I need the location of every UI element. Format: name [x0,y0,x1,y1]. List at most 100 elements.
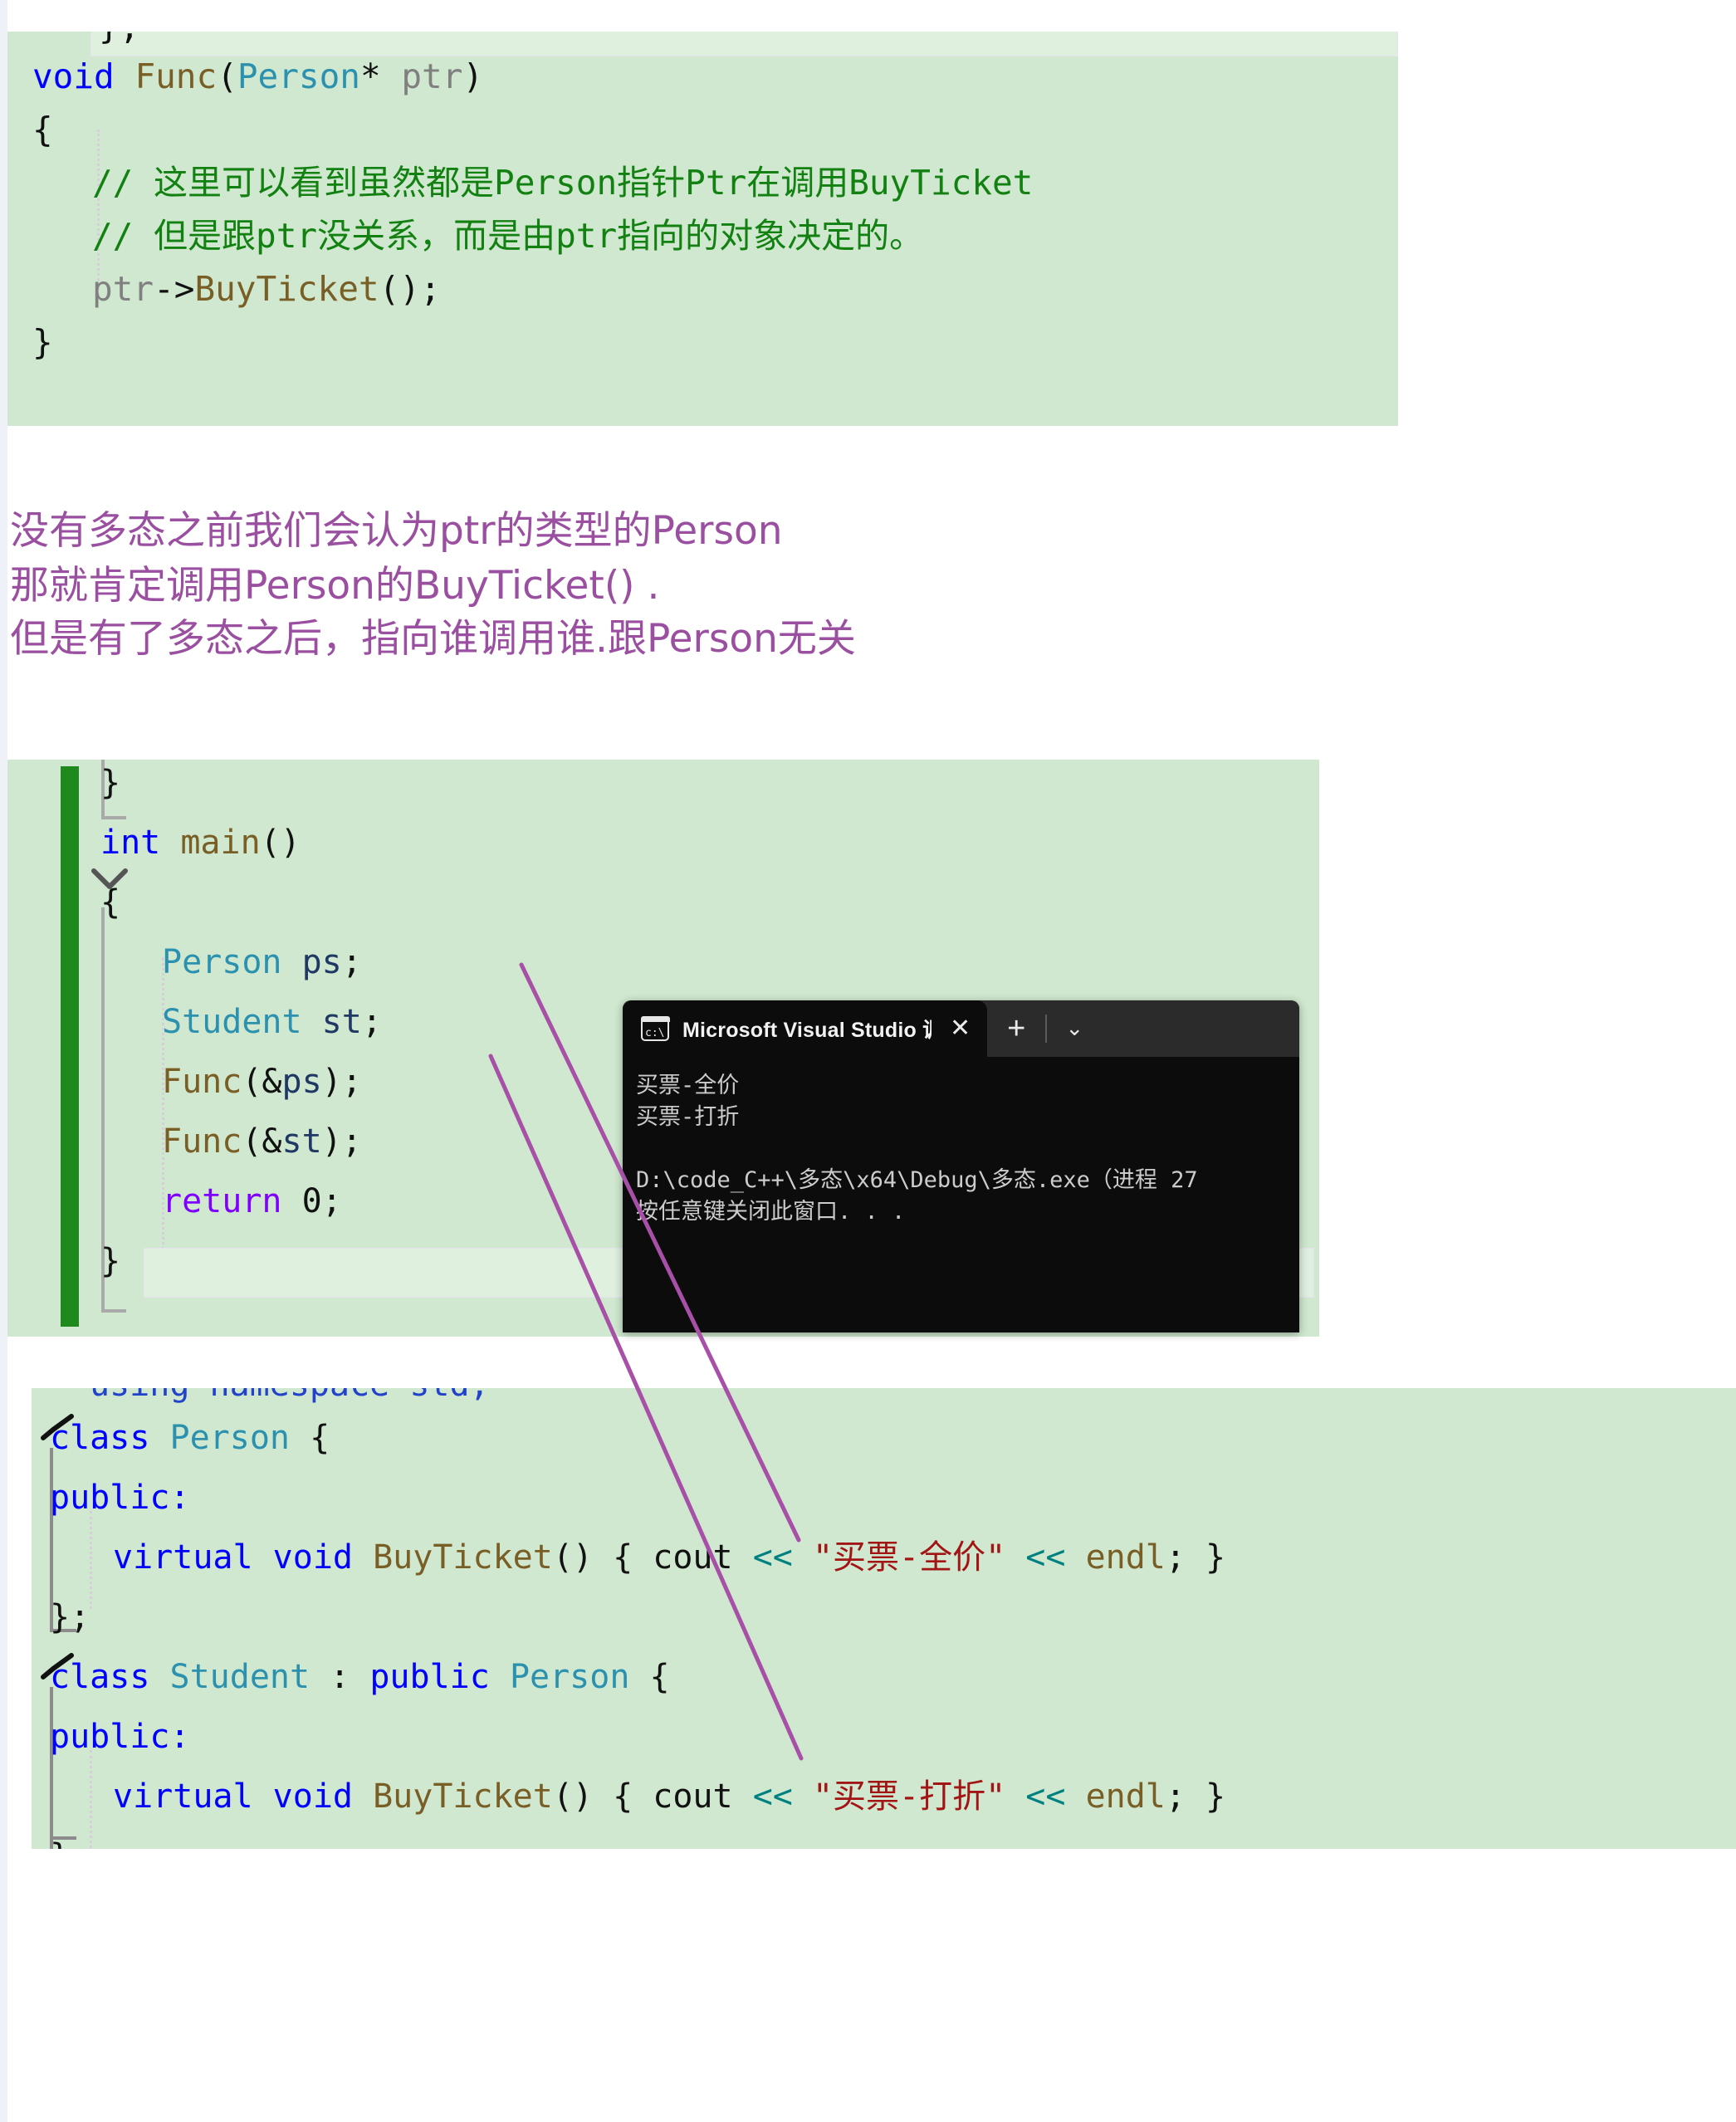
code-line: public: [50,1468,190,1528]
code-token: ptr [92,269,154,309]
console-tab-bar[interactable]: c:\ Microsoft Visual Studio 调试控 ✕ + ⌄ [623,1000,1299,1057]
code-line: }; [50,1587,90,1647]
code-line: // 但是跟ptr没关系，而是由ptr指向的对象决定的。 [92,209,923,262]
code-token: BuyTicket [373,1777,553,1816]
code-token: -> [154,269,195,309]
code-token: Person [509,1658,630,1696]
code-token: : [169,1479,190,1517]
code-token: ; [341,943,362,981]
code-token: ptr [401,56,463,96]
code-token: (& [242,1063,282,1101]
note-line-1: 没有多态之前我们会认为ptr的类型的Person [10,508,783,554]
code-token: ; } [1165,1777,1226,1816]
code-token: Func [162,1122,242,1161]
console-tab-title: Microsoft Visual Studio 调试控 [682,1019,932,1042]
code-block-classes[interactable]: using namespace std; class Person {publi… [32,1388,1736,1849]
code-token: Student [169,1658,311,1696]
code-line: Func(&ps); [162,1052,362,1112]
code-token: : [169,1718,190,1756]
code-token: ); [321,1063,362,1101]
fold-foot-main [101,1309,126,1313]
code-token: return [162,1182,282,1220]
code-token: virtual [113,1777,253,1816]
code-line: } [100,760,120,813]
code-token: public [50,1479,170,1517]
code-token: { [32,110,53,149]
code-line: Person ps; [162,932,362,992]
code-token: << [1025,1538,1066,1577]
code-block-func[interactable]: }; void Func(Person* ptr){// 这里可以看到虽然都是P… [7,32,1398,426]
code-line: virtual void BuyTicket() { cout << "买票-打… [113,1767,1225,1826]
code-line: } [100,1231,120,1291]
code-token: Person [237,56,360,96]
code-token: Student [162,1003,302,1041]
note-line-2: 那就肯定调用Person的BuyTicket() . [10,563,660,609]
code-token: st [321,1003,362,1041]
code-token: // 这里可以看到虽然都是Person指针Ptr在调用BuyTicket [92,163,1034,203]
code-token: endl [1085,1777,1166,1816]
code-token: << [1025,1777,1066,1816]
code-token: << [752,1538,793,1577]
code-token: void [32,56,115,96]
code-token: class [50,1419,150,1457]
code-line: { [32,103,53,156]
code-token: ; [361,1003,382,1041]
code-line: class Person { [50,1408,330,1468]
code-token: }; [50,1598,90,1636]
code-token: class [50,1658,150,1696]
code-token: } [32,322,53,362]
new-tab-icon[interactable]: + [987,1013,1045,1044]
code-token: "买票-全价" [812,1538,1006,1577]
code-token: public [369,1658,490,1696]
code-token: 0; [281,1182,342,1220]
code-token: * [359,56,402,96]
code-token: main [180,824,261,862]
console-tab[interactable]: c:\ Microsoft Visual Studio 调试控 ✕ [623,1000,988,1057]
code-token: virtual [113,1538,253,1577]
page-left-rail [0,0,7,2122]
code-token: ); [321,1122,362,1161]
code-token: Func [134,56,218,96]
code-line: int main() [100,813,301,873]
terminal-icon: c:\ [640,1015,670,1041]
code-line: class Student : public Person { [50,1647,670,1707]
code-token: endl [1085,1538,1166,1577]
change-bar [61,766,79,1327]
code-token: void [272,1777,353,1816]
code-token: cout [653,1538,733,1577]
console-output: 买票-全价 买票-打折 D:\code_C++\多态\x64\Debug\多态.… [636,1073,1198,1225]
code-token: { [100,883,121,922]
debug-console-window[interactable]: c:\ Microsoft Visual Studio 调试控 ✕ + ⌄ 买票… [623,1000,1299,1332]
note-line-3: 但是有了多态之后，指向谁调用谁.跟Person无关 [10,616,856,662]
code-token: ) [462,56,484,96]
code-line: // 这里可以看到虽然都是Person指针Ptr在调用BuyTicket [92,156,1033,209]
close-icon[interactable]: ✕ [945,1016,976,1041]
code-token: : [310,1658,370,1696]
code-token: int [100,824,161,862]
code-line: public: [50,1707,190,1767]
chevron-down-icon[interactable]: ⌄ [1047,1016,1102,1041]
code-token: () { [552,1538,653,1577]
code-token: "买票-打折" [812,1777,1006,1816]
code-token: () { [552,1777,653,1816]
code-token: } [100,1242,121,1280]
code-token: Person [169,1419,291,1457]
code-token: ps [281,1063,322,1101]
code-token: ps [301,943,342,981]
code-token: ; } [1165,1538,1226,1577]
code-token: void [272,1538,353,1577]
code-token: ( [217,56,237,96]
code-line: { [100,873,120,932]
code-token: Person [162,943,282,981]
code-token: }; [50,1837,90,1849]
code-token: (& [242,1122,282,1161]
